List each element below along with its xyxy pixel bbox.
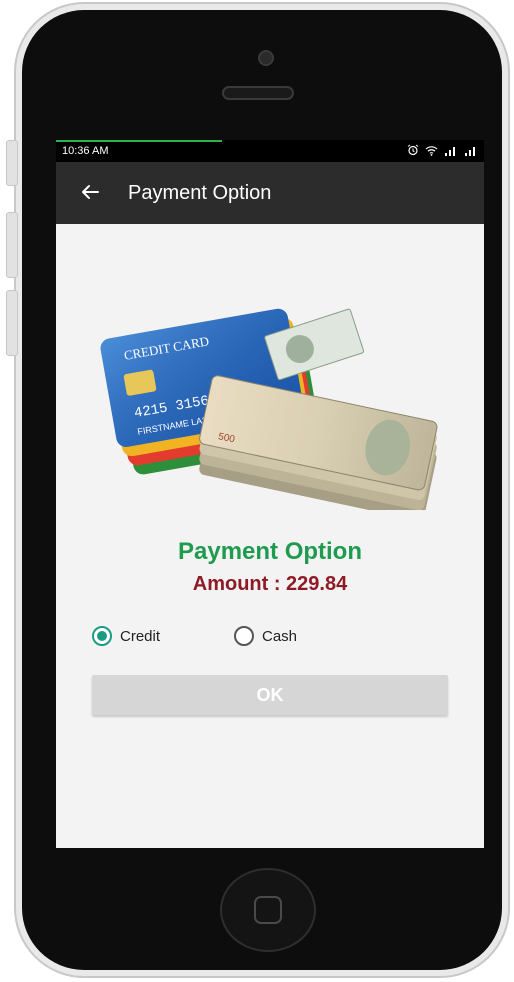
radio-option-cash[interactable]: Cash (234, 626, 297, 646)
home-square-icon (254, 896, 282, 924)
radio-label-credit: Credit (120, 627, 161, 645)
arrow-back-icon[interactable] (78, 180, 102, 204)
alarm-icon (407, 144, 419, 156)
phone-volume-down-button (6, 290, 18, 356)
ok-button[interactable]: OK (92, 675, 448, 715)
radio-dot (97, 631, 107, 641)
toolbar-title: Payment Option (128, 182, 272, 204)
status-time: 10:36 AM (62, 145, 109, 157)
earpiece-speaker (222, 86, 294, 100)
status-bar: 10:36 AM (56, 140, 484, 162)
radio-button-checked-icon[interactable] (92, 626, 112, 646)
app-toolbar: Payment Option (56, 162, 484, 224)
phone-volume-up-button (6, 212, 18, 278)
app-screen: 10:36 AM Payment Option CREDIT CARD 4215… (56, 140, 484, 848)
radio-button-unchecked-icon[interactable] (234, 626, 254, 646)
status-progress-bar (56, 140, 222, 142)
payment-heading: Payment Option (177, 538, 363, 565)
radio-label-cash: Cash (262, 627, 298, 645)
phone-side-button (6, 140, 18, 186)
home-button[interactable] (220, 868, 316, 952)
status-icons (407, 144, 478, 156)
radio-option-credit[interactable]: Credit (92, 626, 160, 646)
wifi-icon (425, 145, 438, 156)
signal-icon (445, 146, 455, 156)
credit-card-and-cash-illustration: CREDIT CARD 4215 3156 0578 FIRSTNAME LAS… (100, 308, 438, 510)
amount-text: Amount : 229.84 (192, 573, 348, 595)
signal-icon-2 (465, 146, 475, 156)
front-camera (258, 50, 274, 66)
